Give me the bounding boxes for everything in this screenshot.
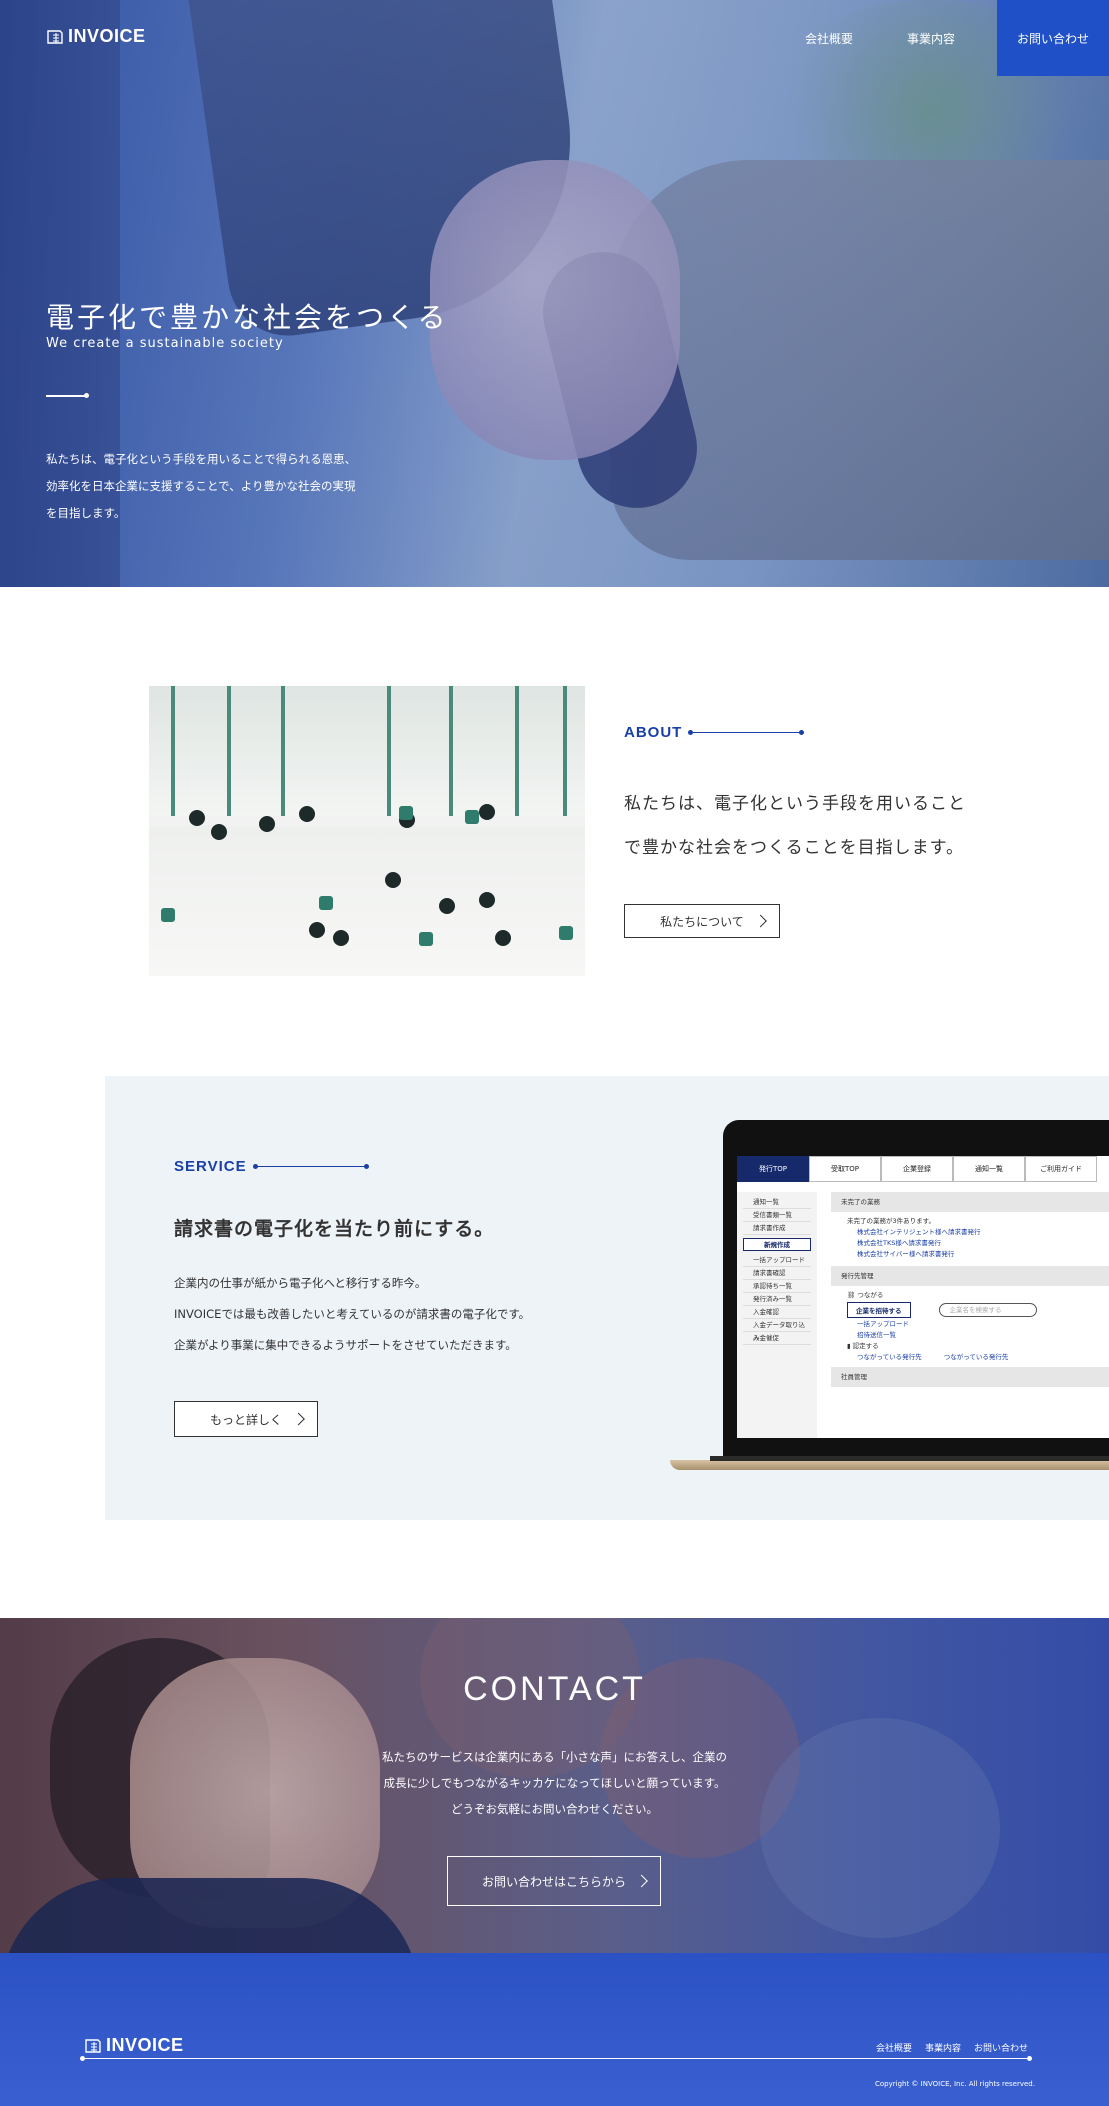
- app-connect-label: つながる: [857, 1291, 884, 1299]
- header-logo[interactable]: INVOICE: [46, 26, 146, 47]
- contact-body: 私たちのサービスは企業内にある「小さな声」にお答えし、企業の 成長に少しでもつな…: [0, 1744, 1109, 1822]
- about-photo: [149, 686, 585, 976]
- app-link: 株式会社インテリジェント様へ請求書発行: [857, 1228, 981, 1236]
- laptop-base: [670, 1456, 1109, 1470]
- contact-button-label: お問い合わせはこちらから: [481, 1874, 626, 1889]
- service-body-line: 企業内の仕事が紙から電子化へと移行する昨今。: [174, 1276, 427, 1290]
- invoice-logo-icon: [84, 2038, 102, 2054]
- app-sidebar-item: 発行済み一覧: [743, 1293, 811, 1306]
- app-sidebar-item: 受信書類一覧: [743, 1209, 811, 1222]
- service-title: 請求書の電子化を当たり前にする。: [174, 1218, 495, 1240]
- contact-body-line: どうぞお気軽にお問い合わせください。: [451, 1802, 658, 1816]
- service-label-text: SERVICE: [174, 1158, 247, 1175]
- about-text-line: 私たちは、電子化という手段を用いること: [624, 794, 966, 814]
- laptop-mockup: 発行TOP 受取TOP 企業登録 通知一覧 ご利用ガイド 通知一覧 受信書類一覧…: [670, 1116, 1109, 1476]
- hero-subtitle: We create a sustainable society: [46, 336, 284, 351]
- footer-logo[interactable]: INVOICE: [84, 2035, 184, 2056]
- app-link: 一括アップロード: [857, 1320, 909, 1328]
- about-button-label: 私たちについて: [660, 914, 744, 929]
- nav-item-business[interactable]: 事業内容: [907, 30, 955, 47]
- app-main: 未完了の業務 未完了の業務が3件あります。 株式会社インテリジェント様へ請求書発…: [831, 1192, 1109, 1391]
- footer-nav: 会社概要 事業内容 お問い合わせ: [876, 2041, 1028, 2054]
- hero-divider: [46, 393, 89, 398]
- app-tab: 受取TOP: [809, 1156, 881, 1182]
- contact-section: CONTACT 私たちのサービスは企業内にある「小さな声」にお答えし、企業の 成…: [0, 1618, 1109, 1953]
- service-button[interactable]: もっと詳しく: [174, 1401, 318, 1437]
- hero-body-line: 私たちは、電子化という手段を用いることで得られる恩恵、: [46, 452, 357, 466]
- app-connected-row: つながっている発行先 つながっている発行先: [831, 1352, 1109, 1363]
- about-text-line: で豊かな社会をつくることを目指します。: [624, 838, 964, 858]
- link-icon: ⛓: [847, 1291, 858, 1299]
- logo-text: INVOICE: [106, 2035, 184, 2055]
- app-verify-label: 認定する: [852, 1342, 879, 1350]
- app-sidebar-item: 請求書作成: [743, 1222, 811, 1235]
- hero-title: 電子化で豊かな社会をつくる: [46, 301, 449, 334]
- footer: INVOICE 会社概要 事業内容 お問い合わせ Copyright © INV…: [0, 1953, 1109, 2106]
- header-nav: 会社概要 事業内容: [805, 30, 955, 47]
- app-sidebar: 通知一覧 受信書類一覧 請求書作成 新規作成 一括アップロード 請求書確認 承認…: [737, 1192, 817, 1438]
- app-sidebar-item: 入金確認: [743, 1306, 811, 1319]
- app-invite-button: 企業を招待する: [847, 1302, 911, 1318]
- app-sidebar-item: 通知一覧: [743, 1196, 811, 1209]
- footer-nav-business[interactable]: 事業内容: [925, 2041, 961, 2054]
- service-body-line: INVOICEでは最も改善したいと考えているのが請求書の電子化です。: [174, 1307, 531, 1321]
- app-tab: 通知一覧: [953, 1156, 1025, 1182]
- chevron-right-icon: [635, 1874, 648, 1888]
- app-sidebar-item: 請求書確認: [743, 1267, 811, 1280]
- app-tab: ご利用ガイド: [1025, 1156, 1097, 1182]
- app-section-header: 未完了の業務: [831, 1192, 1109, 1212]
- about-button[interactable]: 私たちについて: [624, 904, 780, 938]
- logo-text: INVOICE: [68, 26, 146, 46]
- service-label: SERVICE: [174, 1158, 369, 1175]
- footer-nav-company[interactable]: 会社概要: [876, 2041, 912, 2054]
- about-text: 私たちは、電子化という手段を用いること で豊かな社会をつくることを目指します。: [624, 782, 1004, 870]
- nav-item-company[interactable]: 会社概要: [805, 30, 853, 47]
- footer-divider: [80, 2056, 1032, 2061]
- contact-title: CONTACT: [463, 1670, 646, 1708]
- app-section-header: 発行先管理: [831, 1266, 1109, 1286]
- laptop-bezel: 発行TOP 受取TOP 企業登録 通知一覧 ご利用ガイド 通知一覧 受信書類一覧…: [723, 1120, 1109, 1462]
- app-search-field: 企業名を検索する: [938, 1303, 1037, 1317]
- service-button-label: もっと詳しく: [209, 1412, 282, 1427]
- chevron-right-icon: [754, 914, 767, 928]
- hero-body-line: を目指します。: [46, 506, 126, 520]
- footer-nav-contact[interactable]: お問い合わせ: [974, 2041, 1028, 2054]
- app-sidebar-item: 入金データ取り込み: [743, 1319, 811, 1342]
- copyright: Copyright © INVOICE, Inc. All rights res…: [875, 2080, 1035, 2088]
- service-label-line: [252, 1164, 369, 1169]
- app-section-header: 社員管理: [831, 1367, 1109, 1387]
- app-tabs: 発行TOP 受取TOP 企業登録 通知一覧 ご利用ガイド: [737, 1156, 1109, 1182]
- app-sidebar-item: 入金催促: [743, 1332, 811, 1345]
- about-label: ABOUT: [624, 724, 805, 741]
- about-label-line: [688, 730, 805, 735]
- service-body: 企業内の仕事が紙から電子化へと移行する昨今。 INVOICEでは最も改善したいと…: [174, 1268, 594, 1361]
- app-text: ⛓ つながる: [831, 1290, 1109, 1301]
- app-sidebar-item: 一括アップロード: [743, 1254, 811, 1267]
- invoice-logo-icon: [46, 29, 64, 45]
- app-link: つながっている発行先: [943, 1353, 1009, 1361]
- chevron-right-icon: [292, 1412, 305, 1426]
- app-link: 株式会社TKS様へ請求書発行: [857, 1239, 941, 1247]
- app-text: 未完了の業務が3件あります。: [847, 1217, 935, 1225]
- app-link: 招待送信一覧: [857, 1331, 896, 1339]
- contact-body-line: 私たちのサービスは企業内にある「小さな声」にお答えし、企業の: [382, 1750, 727, 1764]
- header-contact-button[interactable]: お問い合わせ: [997, 0, 1109, 76]
- app-sidebar-item: 承認待ち一覧: [743, 1280, 811, 1293]
- app-tab: 発行TOP: [737, 1156, 809, 1182]
- app-link: 株式会社サイバー様へ請求書発行: [857, 1250, 955, 1258]
- app-tab: 企業登録: [881, 1156, 953, 1182]
- hero-body: 私たちは、電子化という手段を用いることで得られる恩恵、 効率化を日本企業に支援す…: [46, 446, 386, 527]
- app-sidebar-item-selected: 新規作成: [743, 1238, 811, 1251]
- app-text: ▮ 認定する: [831, 1341, 1109, 1352]
- app-invite-row: 企業を招待する 企業名を検索する: [831, 1301, 1109, 1319]
- hero-body-line: 効率化を日本企業に支援することで、より豊かな社会の実現: [46, 479, 356, 493]
- contact-body-line: 成長に少しでもつながるキッカケになってほしいと願っています。: [383, 1776, 726, 1790]
- laptop-screen: 発行TOP 受取TOP 企業登録 通知一覧 ご利用ガイド 通知一覧 受信書類一覧…: [737, 1156, 1109, 1438]
- service-body-line: 企業がより事業に集中できるようサポートをさせていただきます。: [174, 1338, 517, 1352]
- app-link: つながっている発行先: [857, 1353, 922, 1361]
- about-label-text: ABOUT: [624, 724, 683, 741]
- contact-button[interactable]: お問い合わせはこちらから: [447, 1856, 661, 1906]
